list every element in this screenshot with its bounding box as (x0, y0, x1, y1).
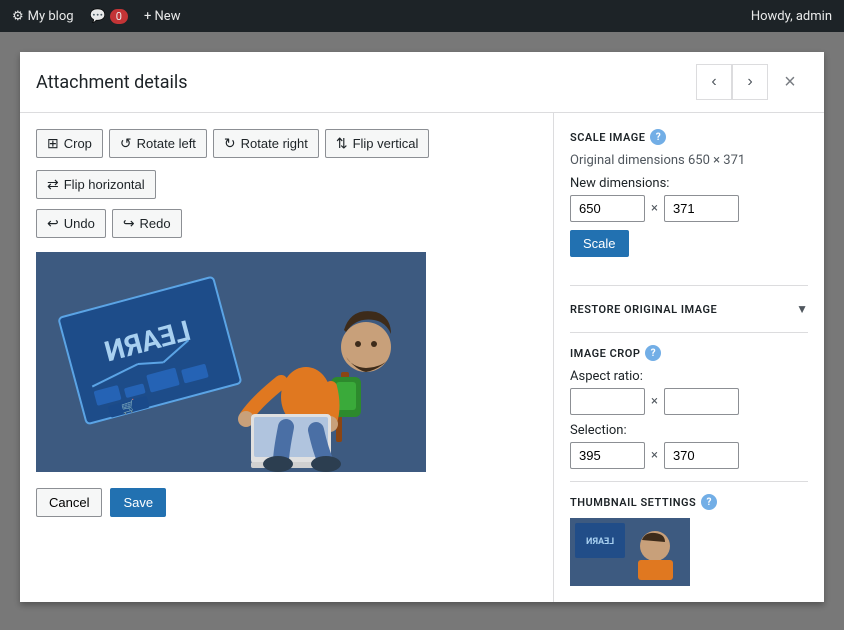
toolbar: ⊞ Crop ↺ Rotate left ↻ Rotate right ⇅ Fl… (36, 129, 537, 158)
rotate-right-button[interactable]: ↻ Rotate right (213, 129, 319, 158)
scale-button[interactable]: Scale (570, 230, 629, 257)
redo-button[interactable]: ↪ Redo (112, 209, 182, 238)
scale-image-help-icon[interactable]: ? (650, 129, 666, 145)
cancel-button[interactable]: Cancel (36, 488, 102, 517)
thumbnail-settings-label: THUMBNAIL SETTINGS (570, 496, 696, 509)
save-button[interactable]: Save (110, 488, 166, 517)
bottom-buttons: Cancel Save (36, 488, 537, 517)
image-crop-help-icon[interactable]: ? (645, 345, 661, 361)
scale-image-section-title: SCALE IMAGE ? (570, 129, 808, 145)
aspect-ratio-row: × (570, 388, 808, 415)
undo-button[interactable]: ↩ Undo (36, 209, 106, 238)
toolbar-row2: ⇄ Flip horizontal (36, 170, 537, 199)
divider-2 (570, 332, 808, 333)
aspect-ratio-label: Aspect ratio: (570, 369, 808, 384)
flip-horizontal-label: Flip horizontal (64, 177, 145, 192)
image-crop-label: IMAGE CROP (570, 347, 640, 360)
flip-vertical-label: Flip vertical (353, 136, 419, 151)
rotate-left-label: Rotate left (137, 136, 196, 151)
scale-image-label: SCALE IMAGE (570, 131, 645, 144)
rotate-right-label: Rotate right (241, 136, 308, 151)
redo-label: Redo (140, 216, 171, 231)
flip-vertical-button[interactable]: ⇅ Flip vertical (325, 129, 429, 158)
modal-body: ⊞ Crop ↺ Rotate left ↻ Rotate right ⇅ Fl… (20, 113, 824, 602)
thumbnail-preview: LEARN (570, 518, 690, 586)
selection-width-input[interactable] (570, 442, 645, 469)
modal-navigation: ‹ › (696, 64, 768, 100)
site-name-item[interactable]: ⚙ My blog (12, 9, 74, 24)
undo-icon: ↩ (47, 215, 59, 232)
scale-width-input[interactable] (570, 195, 645, 222)
image-preview: LEARN 🛒 (36, 252, 426, 472)
crop-icon: ⊞ (47, 135, 59, 152)
new-label: + New (144, 9, 181, 24)
attachment-details-modal: Attachment details ‹ › × ⊞ (20, 52, 824, 602)
flip-horizontal-button[interactable]: ⇄ Flip horizontal (36, 170, 156, 199)
wp-logo-icon: ⚙ (12, 9, 24, 24)
comment-icon: 💬 (90, 9, 106, 24)
aspect-height-input[interactable] (664, 388, 739, 415)
restore-original-label: RESTORE ORIGINAL IMAGE (570, 303, 717, 316)
modal-overlay: Attachment details ‹ › × ⊞ (0, 32, 844, 630)
thumbnail-svg: LEARN (570, 518, 690, 586)
restore-original-row[interactable]: RESTORE ORIGINAL IMAGE ▼ (570, 298, 808, 320)
settings-panel: SCALE IMAGE ? Original dimensions 650 × … (554, 113, 824, 602)
scale-height-input[interactable] (664, 195, 739, 222)
new-item[interactable]: + New (144, 9, 181, 24)
aspect-width-input[interactable] (570, 388, 645, 415)
rotate-left-icon: ↺ (120, 135, 132, 152)
rotate-right-icon: ↻ (224, 135, 236, 152)
rotate-left-button[interactable]: ↺ Rotate left (109, 129, 207, 158)
crop-label: Crop (64, 136, 92, 151)
crop-button[interactable]: ⊞ Crop (36, 129, 103, 158)
image-crop-section-title: IMAGE CROP ? (570, 345, 808, 361)
undo-label: Undo (64, 216, 95, 231)
comments-item[interactable]: 💬 0 (90, 9, 128, 24)
illustration-svg: LEARN 🛒 (36, 252, 426, 472)
modal-title: Attachment details (36, 72, 696, 93)
new-dimensions-label: New dimensions: (570, 176, 808, 191)
editor-panel: ⊞ Crop ↺ Rotate left ↻ Rotate right ⇅ Fl… (20, 113, 554, 602)
next-attachment-button[interactable]: › (732, 64, 768, 100)
selection-times-sep: × (651, 448, 658, 463)
scale-times-sep: × (651, 201, 658, 216)
thumbnail-settings-help-icon[interactable]: ? (701, 494, 717, 510)
selection-row: × (570, 442, 808, 469)
close-modal-button[interactable]: × (772, 64, 808, 100)
divider-1 (570, 285, 808, 286)
user-label: Howdy, admin (751, 9, 832, 24)
original-dimensions: Original dimensions 650 × 371 (570, 153, 808, 168)
flip-horizontal-icon: ⇄ (47, 176, 59, 193)
chevron-left-icon: ‹ (711, 73, 716, 91)
svg-text:LEARN: LEARN (586, 537, 614, 547)
close-icon: × (784, 71, 796, 94)
site-name: My blog (28, 9, 74, 24)
prev-attachment-button[interactable]: ‹ (696, 64, 732, 100)
scale-dimensions-row: × (570, 195, 808, 222)
flip-vertical-icon: ⇅ (336, 135, 348, 152)
action-row: ↩ Undo ↪ Redo (36, 209, 537, 238)
selection-height-input[interactable] (664, 442, 739, 469)
admin-bar: ⚙ My blog 💬 0 + New Howdy, admin (0, 0, 844, 32)
divider-3 (570, 481, 808, 482)
modal-header: Attachment details ‹ › × (20, 52, 824, 113)
user-item[interactable]: Howdy, admin (751, 9, 832, 24)
selection-label: Selection: (570, 423, 808, 438)
comment-count: 0 (110, 9, 128, 24)
restore-chevron-down-icon: ▼ (796, 302, 808, 316)
aspect-times-sep: × (651, 394, 658, 409)
chevron-right-icon: › (747, 73, 752, 91)
redo-icon: ↪ (123, 215, 135, 232)
thumbnail-settings-section-title: THUMBNAIL SETTINGS ? (570, 494, 808, 510)
